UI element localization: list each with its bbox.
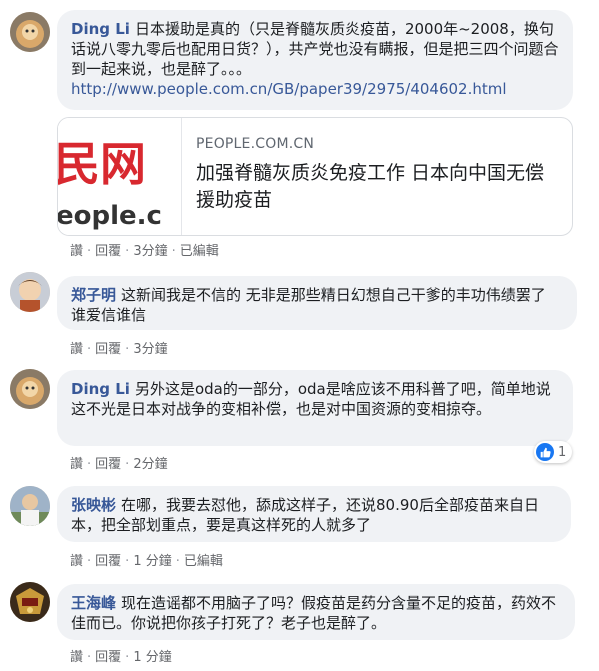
link-preview-domain: PEOPLE.COM.CN <box>196 136 315 152</box>
comment-actions: 讚 · 回覆 · 2分鐘 <box>70 457 168 472</box>
link-preview-thumbnail: 民网 eople.c <box>58 118 182 235</box>
comment-actions: 讚 · 回覆 · 1 分鐘 · 已編輯 <box>70 554 223 569</box>
edited-label[interactable]: 已編輯 <box>180 244 219 259</box>
reaction-count-badge[interactable]: 1 <box>534 441 573 463</box>
comment-author[interactable]: 王海峰 <box>71 594 116 612</box>
comment-time[interactable]: 1 分鐘 <box>133 554 171 569</box>
avatar[interactable] <box>10 582 50 622</box>
comment-actions: 讚 · 回覆 · 1 分鐘 <box>70 650 172 665</box>
comment-bubble: 王海峰 现在造谣都不用脑子了吗？假疫苗是药分含量不足的疫苗，药效不佳而已。你说把你… <box>57 584 575 640</box>
avatar[interactable] <box>10 486 50 526</box>
link-preview-title: 加强脊髓灰质炎免疫工作 日本向中国无偿援助疫苗 <box>196 162 545 211</box>
comment-text: 现在造谣都不用脑子了吗？假疫苗是药分含量不足的疫苗，药效不佳而已。你说把你孩子打… <box>71 594 557 632</box>
comment-text: 在哪，我要去怼他，舔成这样子，还说80.90后全部疫苗来自日本，把全部划重点，要… <box>71 496 539 534</box>
comment-link[interactable]: http://www.people.com.cn/GB/paper39/2975… <box>71 79 559 99</box>
like-action[interactable]: 讚 <box>70 457 83 472</box>
comment-text: 这新闻我是不信的 无非是那些精日幻想自己干爹的丰功伟绩罢了 谁爱信谁信 <box>71 286 546 324</box>
like-action[interactable]: 讚 <box>70 554 83 569</box>
comment-bubble: 郑子明 这新闻我是不信的 无非是那些精日幻想自己干爹的丰功伟绩罢了 谁爱信谁信 <box>57 276 577 330</box>
comment-actions: 讚 · 回覆 · 3分鐘 · 已編輯 <box>70 244 219 259</box>
comment-time[interactable]: 2分鐘 <box>133 457 167 472</box>
comment-author[interactable]: Ding Li <box>71 20 130 38</box>
comment-author[interactable]: 张映彬 <box>71 496 116 514</box>
comment-bubble: Ding Li 日本援助是真的（只是脊髓灰质炎疫苗，2000年~2008，换句话说… <box>57 10 573 110</box>
comment-time[interactable]: 3分鐘 <box>133 244 167 259</box>
avatar[interactable] <box>10 369 50 409</box>
comment-author[interactable]: Ding Li <box>71 380 130 398</box>
reply-action[interactable]: 回覆 <box>95 244 121 259</box>
reaction-count: 1 <box>558 444 567 460</box>
comment-bubble: 张映彬 在哪，我要去怼他，舔成这样子，还说80.90后全部疫苗来自日本，把全部划重… <box>57 486 571 542</box>
link-preview-card[interactable]: 民网 eople.c PEOPLE.COM.CN 加强脊髓灰质炎免疫工作 日本向… <box>57 117 573 236</box>
avatar[interactable] <box>10 272 50 312</box>
thumbs-up-icon <box>536 443 554 461</box>
like-action[interactable]: 讚 <box>70 342 83 357</box>
comment-text: 另外这是oda的一部分，oda是啥应该不用科普了吧，简单地说这不光是日本对战争的… <box>71 380 551 418</box>
thumb-logo-subtext: eople.c <box>58 201 162 231</box>
reply-action[interactable]: 回覆 <box>95 342 121 357</box>
comment-text: 日本援助是真的（只是脊髓灰质炎疫苗，2000年~2008，换句话说八零九零后也配… <box>71 20 559 78</box>
thumb-logo-text: 民网 <box>58 137 146 191</box>
avatar[interactable] <box>10 12 50 52</box>
like-action[interactable]: 讚 <box>70 650 83 665</box>
comment-bubble: Ding Li 另外这是oda的一部分，oda是啥应该不用科普了吧，简单地说这不光… <box>57 370 573 446</box>
reply-action[interactable]: 回覆 <box>95 650 121 665</box>
edited-label[interactable]: 已編輯 <box>184 554 223 569</box>
comment-actions: 讚 · 回覆 · 3分鐘 <box>70 342 168 357</box>
comment-time[interactable]: 1 分鐘 <box>133 650 171 665</box>
like-action[interactable]: 讚 <box>70 244 83 259</box>
comment-time[interactable]: 3分鐘 <box>133 342 167 357</box>
comment-author[interactable]: 郑子明 <box>71 286 116 304</box>
reply-action[interactable]: 回覆 <box>95 457 121 472</box>
reply-action[interactable]: 回覆 <box>95 554 121 569</box>
